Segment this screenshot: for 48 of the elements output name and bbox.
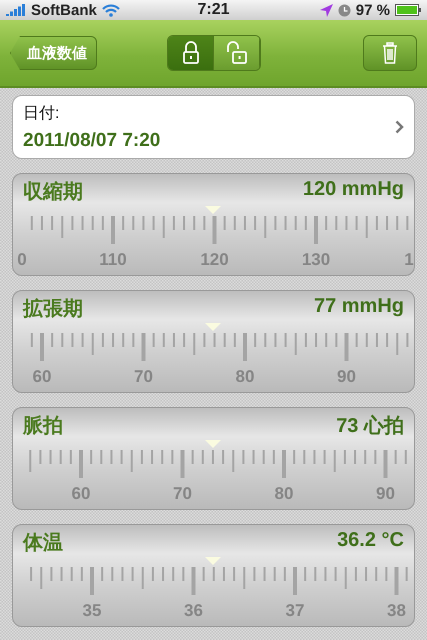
- measure-reading: 73 心拍: [336, 414, 404, 439]
- lock-toggle-segment[interactable]: [214, 36, 260, 70]
- scale-label: 37: [286, 601, 304, 621]
- measure-reading: 120 mmHg: [302, 178, 404, 202]
- scale-label: 90: [376, 484, 395, 504]
- scale-label: 36: [184, 601, 203, 621]
- location-arrow-icon: [320, 4, 333, 16]
- value-slider[interactable]: 脈拍 73 心拍 60 70 80 90: [12, 407, 415, 510]
- scale-label: 60: [72, 484, 90, 504]
- measure-reading: 36.2 °C: [337, 529, 404, 553]
- lock-toggle-segment[interactable]: [168, 36, 214, 70]
- value-slider[interactable]: 体温 36.2 °C 35 36 37 38: [12, 524, 415, 627]
- scale-label: 120: [200, 250, 229, 270]
- signal-icon: [6, 4, 26, 16]
- value-slider[interactable]: 収縮期 120 mmHg 0 110 120 130 1: [12, 173, 415, 276]
- scale-label: 35: [82, 601, 102, 621]
- battery-icon: [395, 4, 421, 16]
- scale-label: 130: [302, 250, 330, 270]
- measure-title: 収縮期: [23, 180, 83, 205]
- measure-title: 拡張期: [23, 297, 83, 322]
- measure-title: 体温: [23, 531, 63, 556]
- trash-icon: [382, 42, 398, 64]
- scale-label: 80: [274, 484, 294, 504]
- scale-label: 70: [173, 484, 192, 504]
- scale-label: 110: [99, 250, 127, 270]
- scale-label: 90: [337, 367, 356, 387]
- measure-reading: 77 mmHg: [314, 295, 404, 319]
- back-button[interactable]: 血液数値: [10, 36, 97, 70]
- scale-label: 0: [17, 250, 27, 270]
- scale-label: 60: [32, 367, 52, 387]
- scale-label: 70: [134, 367, 153, 387]
- wifi-icon: [102, 4, 120, 16]
- scale-label: 80: [236, 367, 254, 387]
- chevron-right-icon: [395, 120, 404, 134]
- value-slider[interactable]: 拡張期 77 mmHg 60 70 80 90: [12, 290, 415, 393]
- date-value: 2011/08/07 7:20: [23, 130, 162, 152]
- date-label: 日付:: [23, 104, 60, 124]
- padlock-icon: [180, 41, 200, 65]
- unlocked-padlock-icon: [226, 41, 246, 65]
- measure-title: 脈拍: [23, 414, 63, 439]
- scale-label: 1: [404, 250, 414, 270]
- date-row[interactable]: 日付: 2011/08/07 7:20: [12, 95, 415, 159]
- scale-label: 38: [387, 601, 406, 621]
- carrier-name: SoftBank: [31, 2, 97, 18]
- clock-time: 7:21: [197, 1, 230, 19]
- clock-icon: [338, 4, 351, 16]
- battery-percent: 97 %: [356, 2, 390, 18]
- delete-button[interactable]: [363, 35, 417, 71]
